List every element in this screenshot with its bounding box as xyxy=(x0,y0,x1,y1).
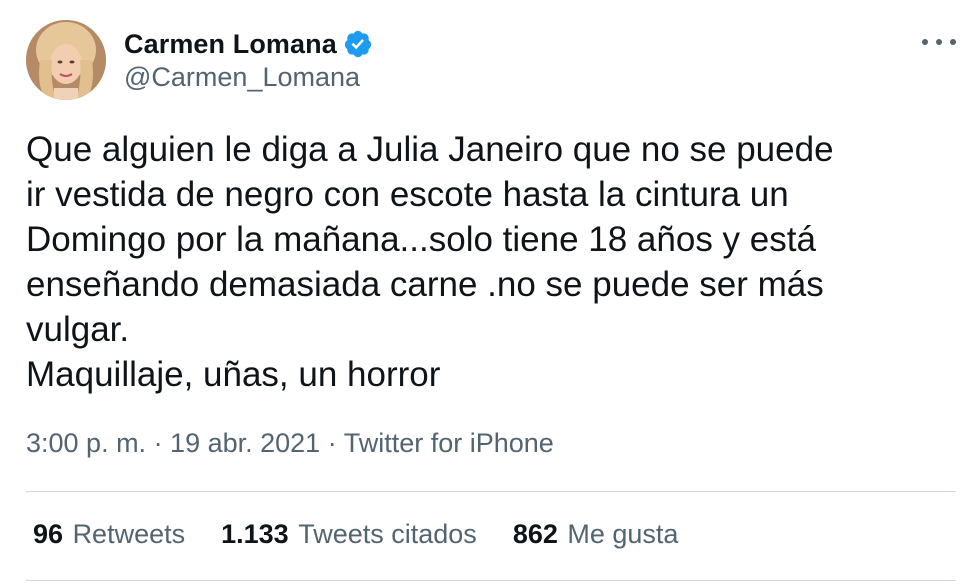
more-dot xyxy=(950,39,956,45)
retweets-label: Retweets xyxy=(72,519,186,549)
author-name-row: Carmen Lomana xyxy=(124,27,373,61)
avatar-image xyxy=(26,20,106,100)
tweet-text-line: ir vestida de negro con escote hasta la … xyxy=(26,175,789,214)
tweet-text-line: vulgar. xyxy=(26,310,130,349)
more-dot xyxy=(922,39,928,45)
more-horizontal-icon[interactable] xyxy=(922,32,956,52)
retweets-count: 96 xyxy=(33,519,64,549)
divider xyxy=(26,580,956,581)
tweet-card: Carmen Lomana @Carmen_Lomana Que alguien… xyxy=(0,0,974,584)
tweet-stats: 96 Retweets 1.133 Tweets citados 862 Me … xyxy=(33,519,714,550)
quotes-label: Tweets citados xyxy=(298,519,477,549)
quotes-count: 1.133 xyxy=(221,519,289,549)
tweet-text-line: Maquillaje, uñas, un horror xyxy=(26,355,441,394)
verified-badge-icon xyxy=(344,30,371,58)
tweet-text-line: Que alguien le diga a Julia Janeiro que … xyxy=(26,130,834,169)
likes-count: 862 xyxy=(512,519,558,549)
likes-label: Me gusta xyxy=(567,519,679,549)
retweets-stat[interactable]: 96 Retweets xyxy=(33,519,185,550)
avatar[interactable] xyxy=(26,20,106,100)
tweet-timestamp[interactable]: 3:00 p. m. · 19 abr. 2021 · Twitter for … xyxy=(26,428,554,459)
more-dot xyxy=(936,39,942,45)
tweet-text-line: enseñando demasiada carne .no se puede s… xyxy=(26,265,824,304)
tweet-text: Que alguien le diga a Julia Janeiro que … xyxy=(26,127,956,397)
tweet-text-line: Domingo por la mañana...solo tiene 18 añ… xyxy=(26,220,816,259)
quotes-stat[interactable]: 1.133 Tweets citados xyxy=(221,519,477,550)
author-handle[interactable]: @Carmen_Lomana xyxy=(124,62,360,93)
likes-stat[interactable]: 862 Me gusta xyxy=(513,519,679,550)
divider xyxy=(26,491,956,492)
display-name[interactable]: Carmen Lomana xyxy=(124,29,337,60)
